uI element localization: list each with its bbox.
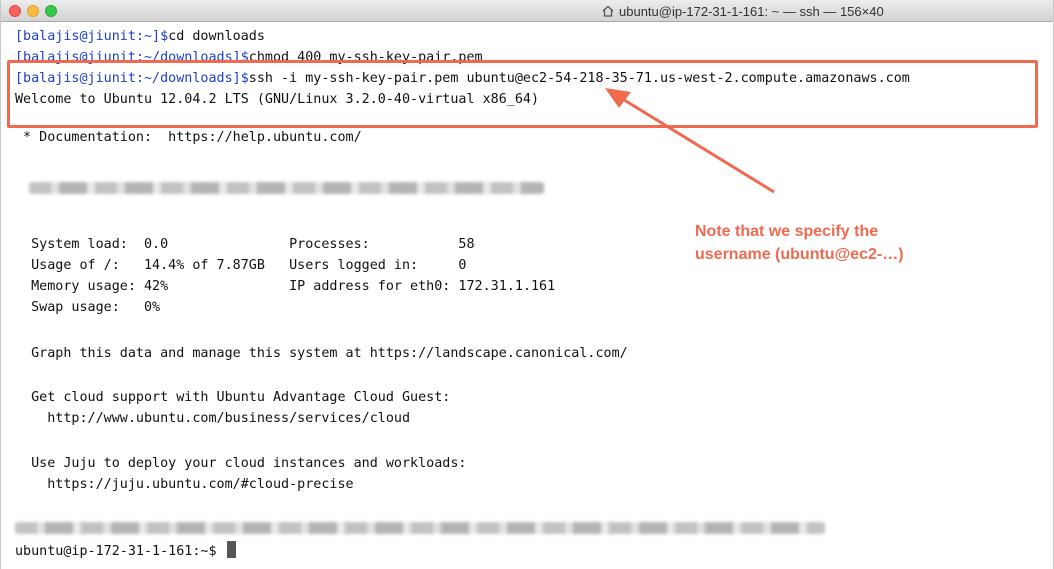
terminal-line: Swap usage: 0% <box>15 300 161 315</box>
zoom-button[interactable] <box>45 5 57 17</box>
terminal-line: Use Juju to deploy your cloud instances … <box>15 456 467 471</box>
title-bar[interactable]: ubuntu@ip-172-31-1-161: ~ — ssh — 156×40 <box>1 0 1053 22</box>
terminal-line: Get cloud support with Ubuntu Advantage … <box>15 390 451 405</box>
terminal-line: * Documentation: https://help.ubuntu.com… <box>15 130 362 145</box>
terminal-line: Memory usage: 42% IP address for eth0: 1… <box>15 279 556 294</box>
annotation-line: Note that we specify the <box>695 223 879 240</box>
highlight-box <box>7 60 1038 128</box>
annotation-text: Note that we specify the username (ubunt… <box>695 220 995 266</box>
home-icon <box>602 5 614 17</box>
terminal-line: https://juju.ubuntu.com/#cloud-precise <box>15 477 354 492</box>
annotation-line: username (ubuntu@ec2-…) <box>695 246 904 263</box>
terminal-line: System load: 0.0 Processes: 58 <box>15 237 475 252</box>
window-title-container: ubuntu@ip-172-31-1-161: ~ — ssh — 156×40 <box>601 3 884 19</box>
terminal-line: Graph this data and manage this system a… <box>15 346 628 361</box>
window-title: ubuntu@ip-172-31-1-161: ~ — ssh — 156×40 <box>619 3 884 19</box>
terminal-line: http://www.ubuntu.com/business/services/… <box>15 411 411 426</box>
shell-prompt: ubuntu@ip-172-31-1-161:~$ <box>15 544 225 559</box>
shell-prompt: [balajis@jiunit:~]$ <box>15 29 169 44</box>
text-cursor <box>226 541 236 558</box>
terminal-line: [balajis@jiunit:~]$cd downloads <box>15 26 265 47</box>
terminal-window: ubuntu@ip-172-31-1-161: ~ — ssh — 156×40… <box>0 0 1054 569</box>
shell-prompt-line[interactable]: ubuntu@ip-172-31-1-161:~$ <box>15 541 236 562</box>
close-button[interactable] <box>9 5 21 17</box>
redacted-text <box>15 522 825 534</box>
redacted-text <box>29 182 544 194</box>
terminal-line: Usage of /: 14.4% of 7.87GB Users logged… <box>15 258 467 273</box>
minimize-button[interactable] <box>27 5 39 17</box>
shell-command: cd downloads <box>168 29 265 44</box>
